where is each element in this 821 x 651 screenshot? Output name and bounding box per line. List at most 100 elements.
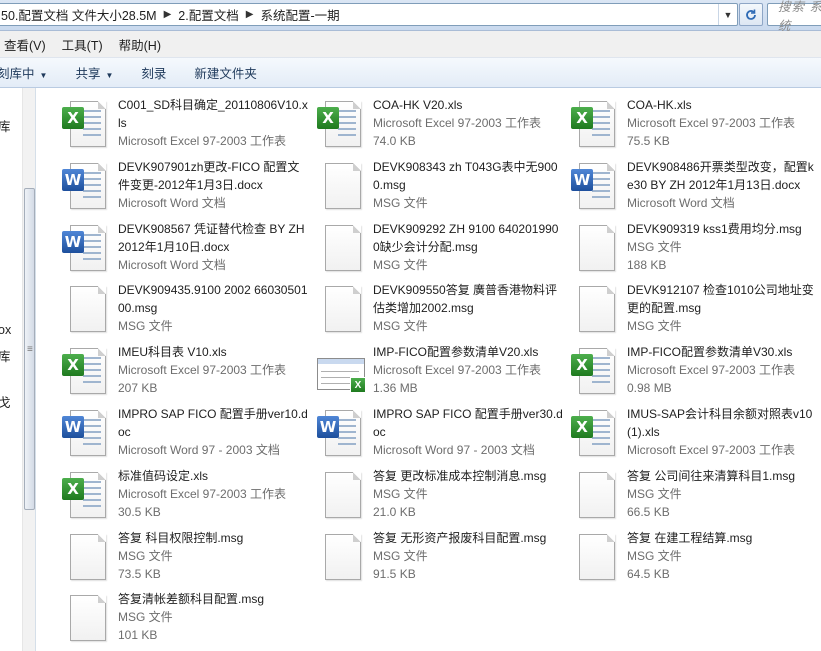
menu-bar: 查看(V) 工具(T) 帮助(H) — [0, 31, 821, 58]
grip-icon: ≡ — [27, 344, 33, 355]
file-type: MSG 文件 — [627, 239, 682, 254]
file-item[interactable]: DEVK909319 kss1费用均分.msg MSG 文件 188 KB — [555, 217, 805, 277]
file-size: 30.5 KB — [118, 504, 161, 519]
burn-button[interactable]: 刻录 — [141, 63, 166, 82]
command-bar: 刻库中 ▼ 共享 ▼ 刻录 新建文件夹 — [0, 58, 821, 88]
file-item[interactable]: DEVK909435.9100 2002 6603050100.msg MSG 文… — [46, 278, 308, 338]
navigation-pane: 库 ox 库 戈 ≡ — [0, 88, 36, 651]
file-item[interactable]: W IMPRO SAP FICO 配置手册ver30.doc Microsoft W… — [301, 402, 563, 462]
file-text: IMUS-SAP会计科目余额对照表v10(1).xls Microsoft Exc… — [627, 405, 817, 459]
file-name: DEVK908567 凭证替代检查 BY ZH 2012年1月10日.docx — [118, 221, 305, 254]
refresh-button[interactable] — [739, 3, 763, 26]
file-text: 标准值码设定.xls Microsoft Excel 97-2003 工作表 30.… — [118, 467, 308, 521]
msg-file-icon — [317, 162, 365, 211]
file-item[interactable]: X IMP-FICO配置参数清单V30.xls Microsoft Excel 97… — [555, 340, 805, 400]
file-text: 答复 科目权限控制.msg MSG 文件 73.5 KB — [118, 529, 308, 583]
file-name: DEVK909292 ZH 9100 6402019900缺少会计分配.msg — [373, 221, 559, 254]
file-size: 64.5 KB — [627, 566, 670, 581]
share-button[interactable]: 共享 ▼ — [75, 63, 113, 82]
file-item[interactable]: W DEVK908486开票类型改变，配置ke30 BY ZH 2012年1月13… — [555, 155, 814, 215]
file-text: DEVK909292 ZH 9100 6402019900缺少会计分配.msg M… — [373, 220, 563, 274]
file-type: Microsoft Excel 97-2003 工作表 — [627, 363, 796, 378]
file-name: DEVK908486开票类型改变，配置ke30 BY ZH 2012年1月13日… — [627, 159, 814, 192]
file-item[interactable]: 答复 在建工程结算.msg MSG 文件 64.5 KB — [555, 526, 805, 586]
search-input[interactable]: 搜索 系统 — [767, 0, 821, 33]
file-item[interactable]: DEVK908343 zh T043G表中无9000.msg MSG 文件 — [301, 155, 558, 215]
new-folder-button[interactable]: 新建文件夹 — [194, 63, 257, 82]
file-item[interactable]: 答复 科目权限控制.msg MSG 文件 73.5 KB — [46, 526, 296, 586]
file-text: IMPRO SAP FICO 配置手册ver10.doc Microsoft Wo… — [118, 405, 308, 459]
file-name: IMPRO SAP FICO 配置手册ver30.doc — [373, 407, 563, 439]
breadcrumb-1[interactable]: 50.配置文档 文件大小28.5M — [0, 5, 161, 24]
file-name: IMPRO SAP FICO 配置手册ver10.doc — [118, 407, 308, 439]
file-type: Microsoft Word 文档 — [118, 195, 226, 210]
word-file-icon: W — [571, 162, 619, 211]
menu-tools[interactable]: 工具(T) — [62, 35, 103, 54]
menu-help[interactable]: 帮助(H) — [119, 35, 161, 54]
nav-item-library[interactable]: 库 — [0, 116, 11, 135]
msg-file-icon — [571, 224, 619, 273]
file-item[interactable]: 答复 无形资产报废科目配置.msg MSG 文件 91.5 KB — [301, 526, 551, 586]
file-item[interactable]: X C001_SD科目确定_20110806V10.xls Microsoft Ex… — [46, 93, 308, 153]
breadcrumb-separator-icon[interactable]: ▶ — [243, 9, 257, 20]
file-item[interactable]: X IMEU科目表 V10.xls Microsoft Excel 97-2003 … — [46, 340, 296, 400]
nav-scrollbar[interactable]: ≡ — [22, 88, 35, 651]
file-type: Microsoft Excel 97-2003 工作表 — [118, 363, 287, 378]
file-type: MSG 文件 — [373, 195, 428, 210]
word-file-icon: W — [62, 410, 110, 458]
file-item[interactable]: X 标准值码设定.xls Microsoft Excel 97-2003 工作表 30… — [46, 464, 296, 524]
msg-file-icon — [317, 224, 365, 273]
nav-item-library-2[interactable]: 库 — [0, 346, 11, 365]
breadcrumb-3[interactable]: 系统配置-一期 — [256, 5, 343, 24]
file-size: 0.98 MB — [627, 381, 672, 396]
nav-item-partial[interactable]: 戈 — [0, 392, 11, 411]
breadcrumb-separator-icon[interactable]: ▶ — [161, 9, 175, 20]
file-size: 91.5 KB — [373, 566, 416, 581]
file-name: DEVK909550答复 廣普香港物料评估类增加2002.msg — [373, 283, 558, 316]
address-bar[interactable]: 50.配置文档 文件大小28.5M ▶ 2.配置文档 ▶ 系统配置-一期 ▼ — [0, 3, 738, 26]
file-text: 答复清帐差额科目配置.msg MSG 文件 101 KB — [118, 590, 308, 644]
breadcrumb-2[interactable]: 2.配置文档 — [174, 5, 242, 24]
file-item[interactable]: DEVK909292 ZH 9100 6402019900缺少会计分配.msg M… — [301, 217, 558, 277]
include-in-library-button[interactable]: 刻库中 ▼ — [0, 63, 47, 82]
file-text: IMP-FICO配置参数清单V30.xls Microsoft Excel 97-… — [627, 343, 817, 397]
msg-file-icon — [571, 533, 619, 582]
file-size: 101 KB — [118, 628, 158, 643]
file-item[interactable]: X IMP-FICO配置参数清单V20.xls Microsoft Excel 97… — [301, 340, 551, 400]
file-item[interactable]: W DEVK908567 凭证替代检查 BY ZH 2012年1月10日.docx… — [46, 217, 305, 277]
file-item[interactable]: DEVK909550答复 廣普香港物料评估类增加2002.msg MSG 文件 — [301, 278, 557, 338]
chevron-down-icon: ▼ — [105, 71, 114, 80]
file-name: DEVK907901zh更改-FICO 配置文件变更-2012年1月3日.doc… — [118, 159, 300, 192]
file-item[interactable]: DEVK912107 检查1010公司地址变更的配置.msg MSG 文件 — [555, 278, 814, 338]
file-size: 66.5 KB — [627, 504, 670, 519]
file-name: 标准值码设定.xls — [118, 468, 209, 483]
file-item[interactable]: W IMPRO SAP FICO 配置手册ver10.doc Microsoft W… — [46, 402, 308, 462]
file-item[interactable]: X IMUS-SAP会计科目余额对照表v10(1).xls Microsoft Ex… — [555, 402, 812, 462]
file-name: 答复 无形资产报废科目配置.msg — [373, 530, 547, 545]
msg-file-icon — [62, 595, 110, 643]
address-dropdown-icon[interactable]: ▼ — [718, 4, 737, 25]
file-item[interactable]: X COA-HK V20.xls Microsoft Excel 97-2003 工… — [301, 93, 551, 153]
msg-file-icon — [317, 471, 365, 520]
file-item[interactable]: 答复 更改标准成本控制消息.msg MSG 文件 21.0 KB — [301, 464, 551, 524]
nav-item-ox[interactable]: ox — [0, 323, 11, 337]
word-file-icon: W — [62, 224, 110, 273]
file-item[interactable]: W DEVK907901zh更改-FICO 配置文件变更-2012年1月3日.do… — [46, 155, 299, 215]
file-size: 207 KB — [118, 381, 158, 396]
file-name: DEVK909319 kss1费用均分.msg — [627, 221, 802, 236]
file-text: DEVK909319 kss1费用均分.msg MSG 文件 188 KB — [627, 220, 817, 274]
excel-file-icon: X — [571, 348, 619, 396]
file-type: MSG 文件 — [373, 257, 428, 272]
menu-view[interactable]: 查看(V) — [4, 35, 46, 54]
file-item[interactable]: 答复 公司间往来清算科目1.msg MSG 文件 66.5 KB — [555, 464, 805, 524]
excel-file-icon: X — [317, 101, 365, 149]
file-name: DEVK908343 zh T043G表中无9000.msg — [373, 159, 558, 192]
nav-scrollbar-thumb[interactable]: ≡ — [24, 188, 35, 510]
refresh-icon — [746, 9, 756, 20]
msg-file-icon — [62, 286, 110, 334]
file-type: Microsoft Excel 97-2003 工作表 — [373, 363, 542, 378]
file-name: 答复 在建工程结算.msg — [627, 530, 753, 545]
file-item[interactable]: 答复清帐差额科目配置.msg MSG 文件 101 KB — [46, 587, 296, 647]
file-type: MSG 文件 — [627, 319, 682, 334]
file-item[interactable]: X COA-HK.xls Microsoft Excel 97-2003 工作表 75… — [555, 93, 805, 153]
